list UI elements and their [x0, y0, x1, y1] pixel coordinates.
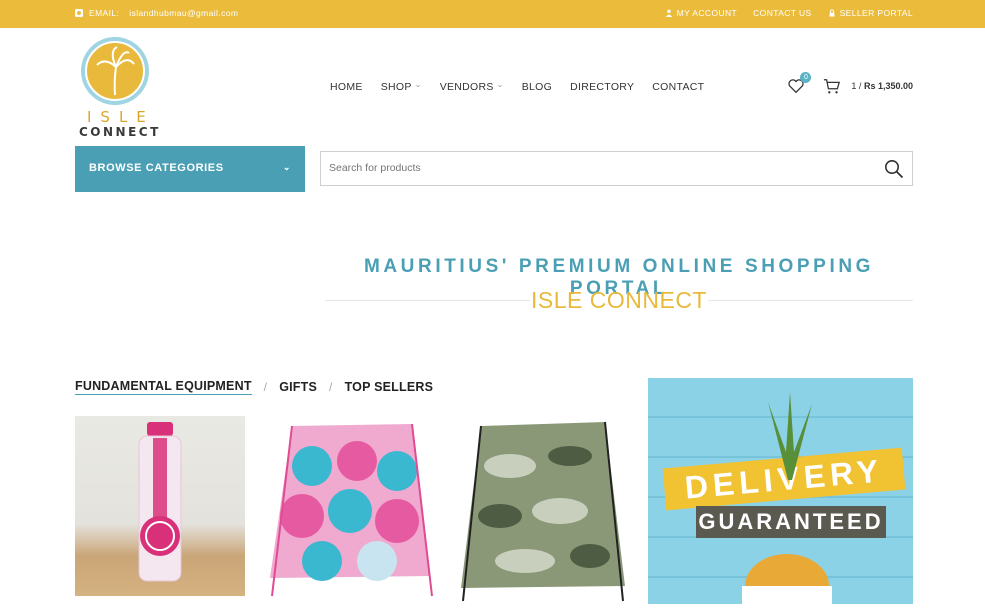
cart-summary[interactable]: 1 / Rs 1,350.00: [851, 81, 913, 91]
main-nav: HOME SHOP VENDORS BLOG DIRECTORY CONTACT: [330, 81, 704, 93]
my-account-link[interactable]: MY ACCOUNT: [665, 8, 738, 18]
hero-subtitle-block: ISLE CONNECT: [325, 287, 913, 313]
product-tabs: FUNDAMENTAL EQUIPMENT / GIFTS / TOP SELL…: [75, 379, 433, 395]
seller-portal-label: SELLER PORTAL: [839, 8, 913, 18]
logo-text-connect: CONNECT: [79, 125, 161, 139]
search-icon[interactable]: [884, 159, 904, 179]
wishlist-count-badge: 0: [800, 72, 812, 83]
tab-separator: /: [263, 380, 268, 394]
site-logo[interactable]: ISLE CONNECT: [79, 37, 161, 139]
my-account-label: MY ACCOUNT: [676, 8, 738, 18]
hero-subtitle: ISLE CONNECT: [531, 287, 707, 313]
contact-us-link[interactable]: CONTACT US: [753, 8, 811, 18]
header-actions: 0 1 / Rs 1,350.00: [787, 72, 913, 95]
search-input[interactable]: [321, 152, 861, 184]
chevron-down-icon: ⌄: [282, 162, 291, 172]
cart-icon[interactable]: [823, 77, 841, 95]
seller-portal-link[interactable]: SELLER PORTAL: [828, 8, 913, 18]
browse-categories-label: BROWSE CATEGORIES: [89, 162, 224, 174]
lock-icon: [829, 9, 835, 17]
pineapple-image: [742, 554, 832, 604]
cart-count: 1 /: [851, 81, 862, 91]
nav-shop[interactable]: SHOP: [381, 81, 422, 93]
cart-total: Rs 1,350.00: [863, 81, 913, 91]
tab-top-sellers[interactable]: TOP SELLERS: [345, 380, 434, 394]
banner-guaranteed-text: GUARANTEED: [696, 506, 886, 538]
tab-separator: /: [329, 380, 333, 394]
pineapple-leaves-image: [768, 392, 812, 480]
tab-gifts[interactable]: GIFTS: [279, 380, 317, 394]
browse-categories-button[interactable]: BROWSE CATEGORIES ⌄: [75, 146, 305, 192]
delivery-banner[interactable]: DELIVERY GUARANTEED: [648, 378, 913, 604]
user-icon: [665, 9, 672, 17]
product-image-water-bottle[interactable]: [75, 416, 245, 596]
water-bottle-image: [138, 422, 182, 582]
palm-tree-icon: [96, 46, 135, 96]
nav-vendors[interactable]: VENDORS: [440, 81, 504, 93]
camo-bag-image: [461, 421, 625, 602]
email-link[interactable]: islandhubmau@gmail.com: [129, 8, 238, 18]
nav-contact[interactable]: CONTACT: [652, 81, 704, 93]
product-image-camo-bag[interactable]: [455, 416, 627, 606]
email-info: EMAIL: islandhubmau@gmail.com: [75, 8, 238, 18]
nav-home[interactable]: HOME: [330, 81, 363, 93]
nav-directory[interactable]: DIRECTORY: [570, 81, 634, 93]
top-bar: EMAIL: islandhubmau@gmail.com MY ACCOUNT…: [0, 0, 985, 28]
tab-fundamental-equipment[interactable]: FUNDAMENTAL EQUIPMENT: [75, 379, 252, 395]
search-bar: [320, 151, 913, 186]
whatsapp-icon: [75, 9, 83, 17]
logo-sun: [85, 41, 145, 101]
logo-text-isle: ISLE: [87, 108, 155, 126]
nav-blog[interactable]: BLOG: [522, 81, 552, 93]
drawstring-bag-image: [270, 423, 433, 597]
wishlist-button[interactable]: 0: [787, 72, 812, 95]
product-image-mermaid-bag[interactable]: [262, 416, 437, 606]
email-label: EMAIL:: [89, 8, 120, 18]
